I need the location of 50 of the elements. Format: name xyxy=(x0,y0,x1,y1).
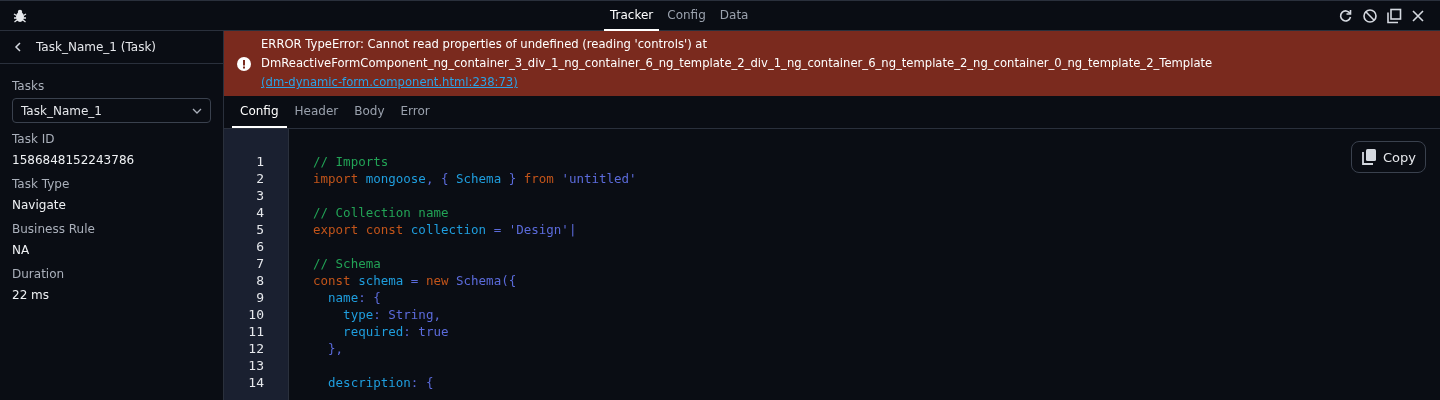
line-number: 2 xyxy=(255,171,265,188)
tab[interactable]: Body xyxy=(346,96,393,128)
copy-icon xyxy=(1361,148,1377,166)
code-line: import mongoose, { Schema } from 'untitled' xyxy=(313,171,637,186)
line-number: 11 xyxy=(247,324,265,341)
code-line: description: { xyxy=(327,375,434,390)
line-number: 7 xyxy=(255,256,265,273)
code-line: type: String, xyxy=(342,307,441,322)
back-button[interactable] xyxy=(14,41,24,53)
line-number: 5 xyxy=(255,222,265,239)
task-title: Task_Name_1 (Task) xyxy=(36,40,156,54)
caret-icon xyxy=(192,107,202,114)
code-line: // Imports xyxy=(313,154,389,169)
code-line: name: { xyxy=(327,290,381,305)
field-value: NA xyxy=(12,242,31,258)
code-line: required: true xyxy=(342,324,449,339)
code-line: export const collection = 'Design'| xyxy=(313,222,577,237)
error-icon xyxy=(237,56,251,71)
code-line: // Collection name xyxy=(313,205,449,220)
line-number: 4 xyxy=(255,205,265,222)
field-value: Navigate xyxy=(12,197,67,213)
code-line: }, xyxy=(327,341,344,356)
copy-button[interactable]: Copy xyxy=(1351,141,1426,173)
tab[interactable]: Header xyxy=(286,96,347,128)
line-number: 9 xyxy=(255,290,265,307)
tab[interactable]: Error xyxy=(392,96,438,128)
line-number: 12 xyxy=(247,341,265,358)
bug-icon xyxy=(13,8,27,23)
line-number: 1 xyxy=(255,154,265,171)
field-label: Tasks xyxy=(12,78,46,94)
line-number: 3 xyxy=(255,188,265,205)
nav-tab[interactable]: Config xyxy=(661,1,712,31)
field-label: Business Rule xyxy=(12,221,96,237)
line-number: 13 xyxy=(247,358,265,375)
error-message: ERROR TypeError: Cannot read properties of undefined (reading 'controls') at xyxy=(261,36,709,53)
field-label: Task ID xyxy=(12,131,56,147)
field-value: 1586848152243786 xyxy=(12,152,136,168)
line-number: 6 xyxy=(255,239,265,256)
tasks-dropdown[interactable]: Task_Name_1 xyxy=(12,98,211,123)
code-line: const schema = new Schema({ xyxy=(313,273,517,288)
field-label: Task Type xyxy=(12,176,71,192)
code-line: // Schema xyxy=(313,256,381,271)
line-number: 8 xyxy=(255,273,265,290)
field-label: Duration xyxy=(12,266,66,282)
nav-tab[interactable]: Data xyxy=(713,1,755,31)
line-number: 14 xyxy=(247,375,265,392)
error-message: DmReactiveFormComponent_ng_container_3_div_1_ng_container_6_ng_template_2_div_1_ng_container_6_ng_template_2_ng_container_0_ng_template_2_Template xyxy=(261,55,1213,72)
line-number: 10 xyxy=(247,307,265,324)
source-link[interactable]: (dm-dynamic-form.component.html:238:73) xyxy=(261,75,518,89)
field-value: 22 ms xyxy=(12,287,51,303)
